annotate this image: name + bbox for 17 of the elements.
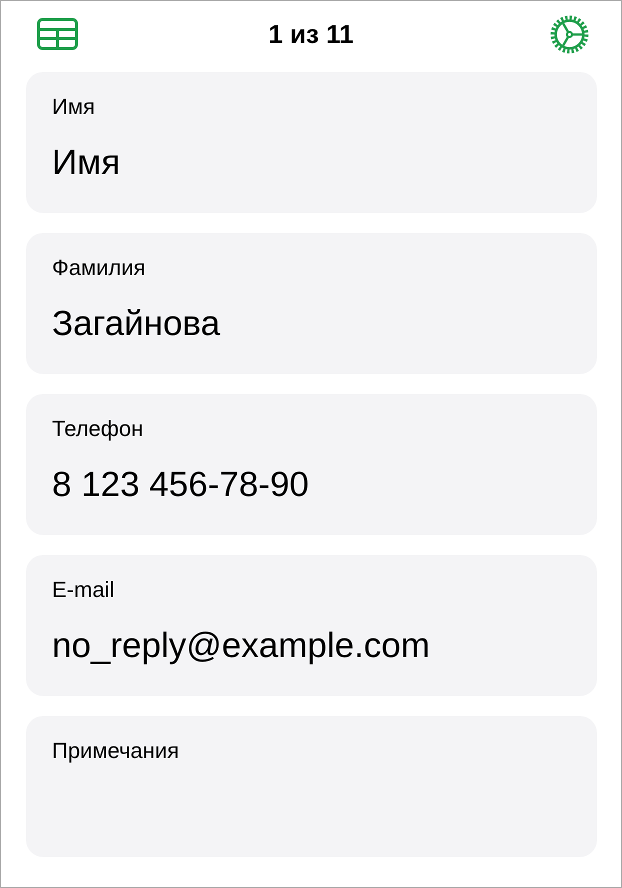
field-label: Имя xyxy=(52,93,95,121)
field-label: Примечания xyxy=(52,737,180,765)
field-value: Имя xyxy=(52,142,120,184)
field-value: 8 123 456-78-90 xyxy=(52,464,309,506)
input-field[interactable]: Имя Имя xyxy=(26,72,597,213)
field-label: Телефон xyxy=(52,415,144,443)
field-value: no_reply@example.com xyxy=(52,625,430,667)
settings-icon[interactable] xyxy=(550,14,589,54)
input-field[interactable]: Телефон 8 123 456-78-90 xyxy=(26,394,597,535)
field-value: Загайнова xyxy=(52,303,220,345)
field-label: Фамилия xyxy=(52,254,146,282)
table-icon[interactable] xyxy=(37,18,78,50)
field-label: E-mail xyxy=(52,576,114,604)
record-counter: 1 из 11 xyxy=(268,18,354,50)
input-field[interactable]: Фамилия Загайнова xyxy=(26,233,597,374)
input-field[interactable]: Примечания xyxy=(26,716,597,857)
input-field[interactable]: E-mail no_reply@example.com xyxy=(26,555,597,696)
